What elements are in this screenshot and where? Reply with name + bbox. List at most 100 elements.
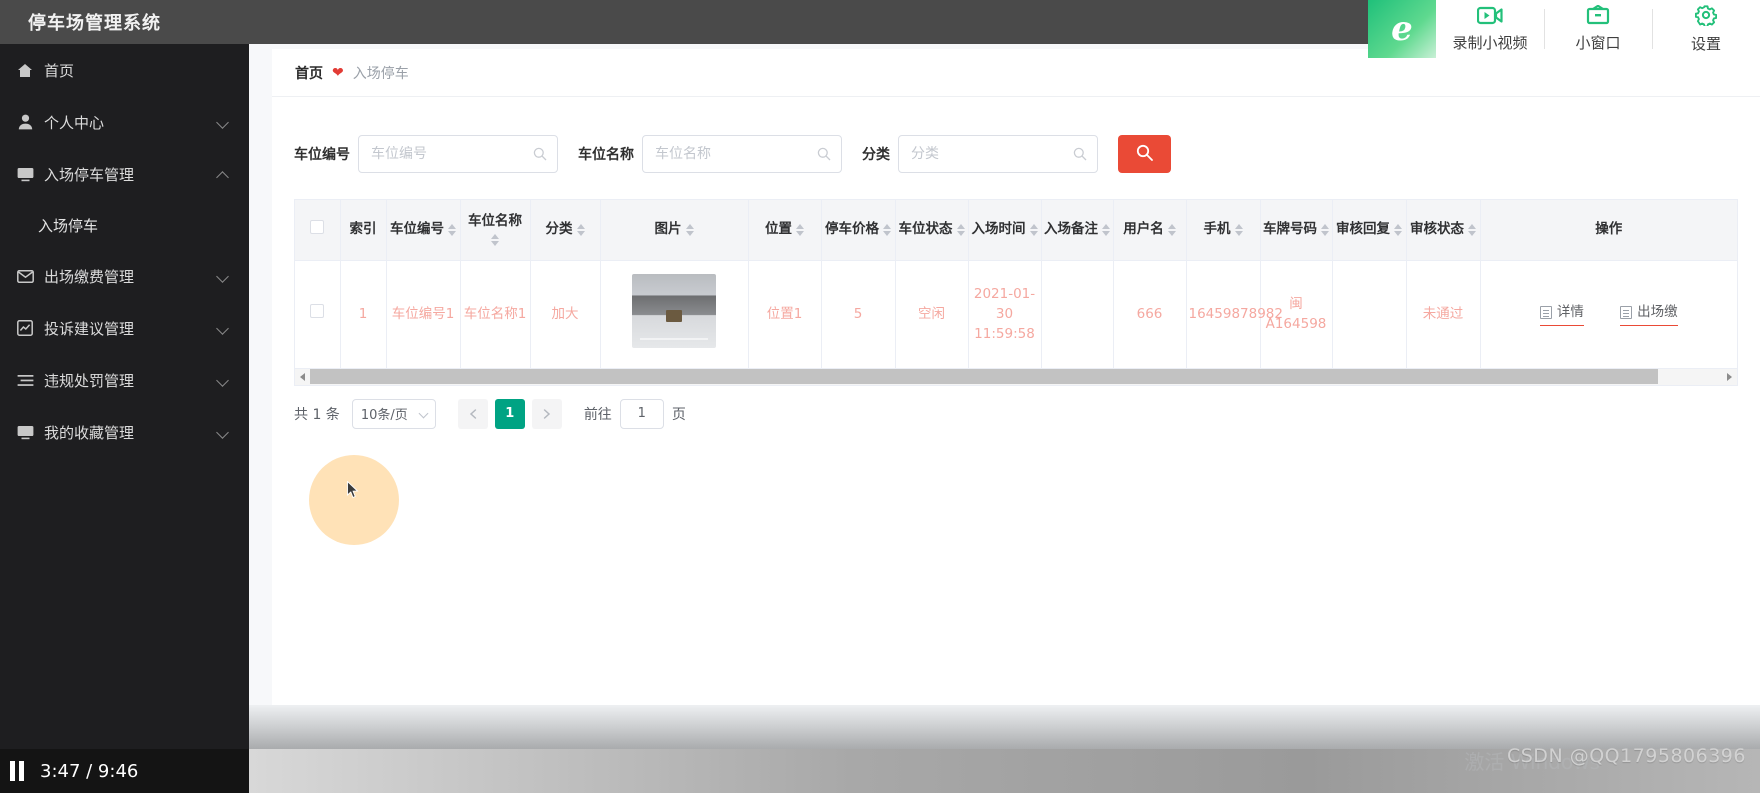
th-audit-status[interactable]: 审核状态 xyxy=(1406,200,1481,261)
video-time: 3:47 / 9:46 xyxy=(40,760,139,782)
th-phone[interactable]: 手机 xyxy=(1186,200,1261,261)
th-label-image: 图片 xyxy=(654,221,682,238)
sidebar-item-favorites-mgmt[interactable]: 我的收藏管理 xyxy=(0,406,249,458)
th-select-all[interactable] xyxy=(295,200,341,261)
checkout-button[interactable]: 出场缴 xyxy=(1620,302,1678,326)
scrollbar-thumb[interactable] xyxy=(310,369,1659,384)
pagination-goto-input[interactable] xyxy=(619,398,664,429)
th-label-plate: 车牌号码 xyxy=(1263,221,1317,238)
scroll-right-icon[interactable] xyxy=(1722,369,1737,384)
sort-icon[interactable] xyxy=(1167,223,1176,236)
pause-icon[interactable] xyxy=(10,761,24,781)
sidebar-item-label-home: 首页 xyxy=(44,61,75,80)
row-checkbox[interactable] xyxy=(310,303,325,318)
sort-icon[interactable] xyxy=(883,223,891,236)
search-button[interactable] xyxy=(1118,135,1171,173)
filter-label-spot-no: 车位编号 xyxy=(294,147,350,163)
pagination-prev-button[interactable] xyxy=(457,398,488,429)
filter-input-category-wrap[interactable] xyxy=(898,135,1098,173)
scrollbar-track[interactable] xyxy=(310,369,1722,384)
sort-icon[interactable] xyxy=(1029,223,1038,236)
sidebar-item-entry-parking-mgmt[interactable]: 入场停车管理 xyxy=(0,148,249,200)
th-username[interactable]: 用户名 xyxy=(1113,200,1187,261)
page-size-select[interactable]: 10条/页 xyxy=(351,398,436,429)
mouse-cursor xyxy=(347,480,359,499)
search-icon xyxy=(1073,147,1087,161)
detail-button[interactable]: 详情 xyxy=(1539,302,1584,326)
sort-icon[interactable] xyxy=(1102,223,1110,236)
video-controls-left: 3:47 / 9:46 xyxy=(0,761,249,782)
sort-icon[interactable] xyxy=(1394,223,1402,236)
breadcrumb-home[interactable]: 首页 xyxy=(295,63,323,83)
sidebar-item-label-entry-parking-mgmt: 入场停车管理 xyxy=(44,165,135,184)
sort-icon[interactable] xyxy=(491,234,499,247)
cell-spot-no: 车位编号1 xyxy=(386,260,461,369)
sort-icon[interactable] xyxy=(685,223,694,236)
detail-button-label: 详情 xyxy=(1556,304,1584,321)
th-audit-reply[interactable]: 审核回复 xyxy=(1332,200,1407,261)
filter-input-spot-no-wrap[interactable] xyxy=(358,135,558,173)
checkout-icon xyxy=(1620,306,1633,319)
cell-image[interactable] xyxy=(600,260,749,369)
sidebar-item-violation-mgmt[interactable]: 违规处罚管理 xyxy=(0,354,249,406)
record-video-button[interactable]: 录制小视频 xyxy=(1436,0,1544,58)
sort-icon[interactable] xyxy=(1321,223,1329,236)
th-price[interactable]: 停车价格 xyxy=(821,200,896,261)
th-plate[interactable]: 车牌号码 xyxy=(1260,200,1333,261)
mini-window-button[interactable]: 小窗口 xyxy=(1544,0,1652,58)
sidebar-item-complaint-mgmt[interactable]: 投诉建议管理 xyxy=(0,302,249,354)
th-label-price: 停车价格 xyxy=(825,221,879,238)
sidebar-item-personal-center[interactable]: 个人中心 xyxy=(0,96,249,148)
content-card: 首页 ❤ 入场停车 车位编号 车位名称 xyxy=(272,49,1760,749)
sidebar-item-exit-payment-mgmt[interactable]: 出场缴费管理 xyxy=(0,250,249,302)
record-video-label: 录制小视频 xyxy=(1452,33,1528,52)
th-image[interactable]: 图片 xyxy=(600,200,749,261)
th-spot-name[interactable]: 车位名称 xyxy=(460,200,531,261)
th-operations: 操作 xyxy=(1480,200,1737,261)
filter-input-spot-name[interactable] xyxy=(643,146,841,162)
th-label-enter-time: 入场时间 xyxy=(971,221,1026,238)
heart-icon: ❤ xyxy=(332,64,344,81)
th-enter-note[interactable]: 入场备注 xyxy=(1041,200,1114,261)
chevron-up-icon xyxy=(216,171,229,184)
sidebar-item-label-violation-mgmt: 违规处罚管理 xyxy=(44,371,135,390)
th-spot-no[interactable]: 车位编号 xyxy=(386,200,461,261)
th-label-index: 索引 xyxy=(349,221,377,238)
cell-audit-reply xyxy=(1332,260,1407,369)
th-enter-time[interactable]: 入场时间 xyxy=(968,200,1042,261)
filter-input-spot-no[interactable] xyxy=(359,146,557,162)
sort-icon[interactable] xyxy=(1234,223,1243,236)
scroll-left-icon[interactable] xyxy=(295,369,310,384)
table-horizontal-scrollbar[interactable] xyxy=(294,368,1738,386)
select-all-checkbox[interactable] xyxy=(310,220,325,235)
chevron-right-icon xyxy=(543,408,550,419)
sort-icon[interactable] xyxy=(576,223,585,236)
sidebar-item-home[interactable]: 首页 xyxy=(0,44,249,96)
th-category[interactable]: 分类 xyxy=(530,200,601,261)
sort-icon[interactable] xyxy=(1468,223,1476,236)
parking-space-thumbnail[interactable] xyxy=(632,273,716,348)
sort-icon[interactable] xyxy=(448,223,456,236)
sidebar-item-entry-parking[interactable]: 入场停车 xyxy=(0,200,249,250)
filter-bar: 车位编号 车位名称 xyxy=(294,121,1738,187)
filter-input-category[interactable] xyxy=(899,146,1097,162)
search-icon xyxy=(1136,144,1153,164)
th-status[interactable]: 车位状态 xyxy=(895,200,969,261)
th-position[interactable]: 位置 xyxy=(748,200,822,261)
csdn-watermark: CSDN @QQ1795806396 xyxy=(1506,745,1746,767)
settings-button[interactable]: 设置 xyxy=(1652,0,1760,58)
sort-icon[interactable] xyxy=(796,223,804,236)
checkout-button-label: 出场缴 xyxy=(1637,304,1678,321)
th-label-audit-status: 审核状态 xyxy=(1410,221,1464,238)
th-label-operations: 操作 xyxy=(1595,221,1623,238)
filter-input-spot-name-wrap[interactable] xyxy=(642,135,842,173)
sidebar: 首页 个人中心 入场停车管理 入场停车 出场缴费管理 投诉建议管理 违规处罚管理… xyxy=(0,44,249,749)
browser-logo-icon[interactable]: e xyxy=(1368,0,1436,58)
browser-floating-toolbar[interactable]: e 录制小视频 小窗口 设置 xyxy=(1368,0,1760,58)
pagination-page-1[interactable]: 1 xyxy=(494,398,525,429)
search-icon xyxy=(533,147,547,161)
cell-select[interactable] xyxy=(295,260,341,369)
detail-icon xyxy=(1539,306,1552,319)
sort-icon[interactable] xyxy=(956,223,965,236)
pagination-next-button[interactable] xyxy=(531,398,562,429)
